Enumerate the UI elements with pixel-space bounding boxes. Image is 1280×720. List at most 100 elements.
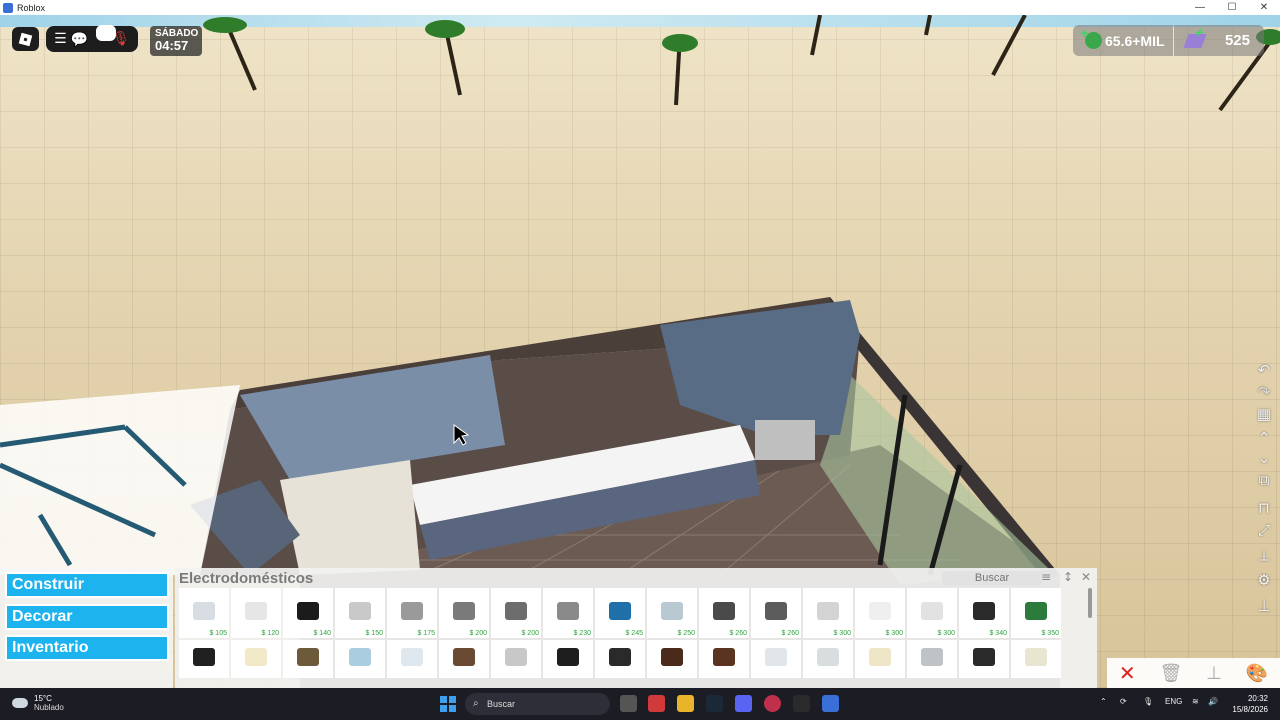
catalog-item[interactable] [439, 640, 489, 678]
file-explorer-icon[interactable] [677, 695, 694, 712]
catalog-item[interactable] [283, 640, 333, 678]
catalog-item[interactable]: $ 105 [179, 588, 229, 638]
store-icon[interactable] [648, 695, 665, 712]
trash-icon[interactable]: 🗑 [1159, 663, 1182, 684]
catalog-item[interactable] [491, 640, 541, 678]
close-catalog-icon[interactable]: ✕ [1081, 570, 1091, 584]
item-thumbnail [713, 648, 735, 667]
opera-icon[interactable] [764, 695, 781, 712]
windows-start-icon[interactable] [440, 696, 456, 712]
app-icon[interactable] [793, 695, 810, 712]
catalog-panel: Electrodomésticos ≡ ↕ ✕ $ 105 $ 120 $ 140 $… [175, 568, 1097, 688]
clock-date: 15/8/2026 [1232, 705, 1268, 714]
duplicate-icon[interactable]: ⧉ [1254, 470, 1274, 490]
catalog-item[interactable] [751, 640, 801, 678]
tray-app-icon[interactable]: ⟳ [1120, 697, 1127, 706]
catalog-item[interactable]: $ 300 [803, 588, 853, 638]
move-axes-icon[interactable]: ⟂ [1254, 546, 1274, 566]
item-price: $ 260 [729, 630, 747, 637]
sort-icon[interactable]: ≡ [1041, 570, 1051, 584]
inventory-button[interactable]: Inventario [5, 635, 169, 661]
wall-icon[interactable]: ⊓ [1254, 498, 1274, 518]
catalog-item[interactable]: $ 260 [751, 588, 801, 638]
close-window-button[interactable]: ✕ [1248, 0, 1280, 15]
system-clock[interactable]: 20:32 15/8/2026 [1226, 693, 1268, 715]
catalog-item[interactable]: $ 245 [595, 588, 645, 638]
catalog-item[interactable]: $ 175 [387, 588, 437, 638]
catalog-item[interactable]: $ 250 [647, 588, 697, 638]
taskbar-search[interactable]: ⌕ Buscar [465, 693, 610, 715]
roblox-taskbar-icon[interactable] [822, 695, 839, 712]
item-thumbnail [661, 648, 683, 667]
language-indicator[interactable]: ENG [1165, 697, 1182, 706]
money-display[interactable]: + 65.6+MIL [1073, 25, 1173, 56]
maximize-button[interactable]: ☐ [1216, 0, 1248, 15]
item-thumbnail [817, 601, 839, 620]
catalog-item[interactable] [907, 640, 957, 678]
time-label: 04:57 [155, 38, 189, 53]
item-price: $ 120 [261, 630, 279, 637]
weather-widget[interactable]: 15°C Nublado [12, 694, 64, 712]
catalog-item[interactable]: $ 300 [907, 588, 957, 638]
catalog-item[interactable] [699, 640, 749, 678]
task-view-icon[interactable] [620, 695, 637, 712]
catalog-item[interactable] [959, 640, 1009, 678]
roblox-logo-button[interactable] [12, 27, 39, 51]
catalog-item[interactable]: $ 150 [335, 588, 385, 638]
discord-icon[interactable] [735, 695, 752, 712]
catalog-row [179, 640, 1084, 678]
catalog-item[interactable] [387, 640, 437, 678]
chat-icon[interactable]: 💬 47 [71, 24, 116, 47]
catalog-item[interactable] [595, 640, 645, 678]
tokens-display[interactable]: + 525 [1174, 24, 1264, 56]
item-thumbnail [349, 601, 371, 620]
catalog-search-input[interactable] [942, 571, 1042, 585]
chevron-down-icon[interactable]: ⌄ [1254, 448, 1274, 468]
stamp-icon[interactable]: ⊥ [1254, 596, 1274, 616]
catalog-item[interactable]: $ 350 [1011, 588, 1061, 638]
expand-vertical-icon[interactable]: ↕ [1063, 570, 1073, 584]
catalog-scrollbar[interactable] [1088, 588, 1092, 618]
item-price: $ 140 [313, 630, 331, 637]
catalog-item[interactable]: $ 300 [855, 588, 905, 638]
settings-gear-icon[interactable]: ⚙ [1254, 570, 1274, 590]
catalog-title: Electrodomésticos [179, 570, 314, 587]
catalog-item[interactable] [231, 640, 281, 678]
build-button[interactable]: Construir [5, 572, 169, 598]
microphone-muted-icon[interactable]: 🎙 [112, 32, 130, 46]
catalog-item[interactable]: $ 200 [439, 588, 489, 638]
volume-icon[interactable]: 🔊 [1208, 697, 1218, 706]
grid-icon[interactable]: ▦ [1254, 404, 1274, 424]
catalog-item[interactable] [647, 640, 697, 678]
item-thumbnail [869, 648, 891, 667]
catalog-item[interactable]: $ 140 [283, 588, 333, 638]
catalog-item[interactable] [179, 640, 229, 678]
paint-palette-icon[interactable]: 🎨 [1246, 663, 1268, 684]
decorate-button[interactable]: Decorar [5, 604, 169, 630]
item-thumbnail [505, 601, 527, 620]
roblox-app-icon [3, 2, 13, 13]
hamburger-menu-icon[interactable]: ☰ [54, 32, 67, 46]
wifi-icon[interactable]: ≋ [1192, 697, 1199, 706]
catalog-item[interactable]: $ 120 [231, 588, 281, 638]
chevron-up-icon[interactable]: ⌃ [1254, 428, 1274, 448]
catalog-item[interactable] [543, 640, 593, 678]
minimize-button[interactable]: — [1184, 0, 1216, 15]
catalog-item[interactable] [335, 640, 385, 678]
tray-chevron-icon[interactable]: ⌃ [1100, 697, 1107, 706]
catalog-item[interactable]: $ 340 [959, 588, 1009, 638]
catalog-item[interactable] [855, 640, 905, 678]
cancel-x-icon[interactable]: ✕ [1119, 661, 1136, 685]
catalog-item[interactable]: $ 200 [491, 588, 541, 638]
stamp-tool-icon[interactable]: ⊥ [1206, 663, 1222, 684]
item-price: $ 250 [677, 630, 695, 637]
catalog-item[interactable]: $ 230 [543, 588, 593, 638]
redo-icon[interactable]: ↷ [1254, 382, 1274, 402]
steam-icon[interactable] [706, 695, 723, 712]
mic-tray-icon[interactable]: 🎙 [1143, 697, 1153, 706]
catalog-item[interactable]: $ 260 [699, 588, 749, 638]
catalog-item[interactable] [1011, 640, 1061, 678]
catalog-item[interactable] [803, 640, 853, 678]
undo-icon[interactable]: ↶ [1254, 360, 1274, 380]
resize-icon[interactable]: ⤢ [1254, 520, 1274, 540]
